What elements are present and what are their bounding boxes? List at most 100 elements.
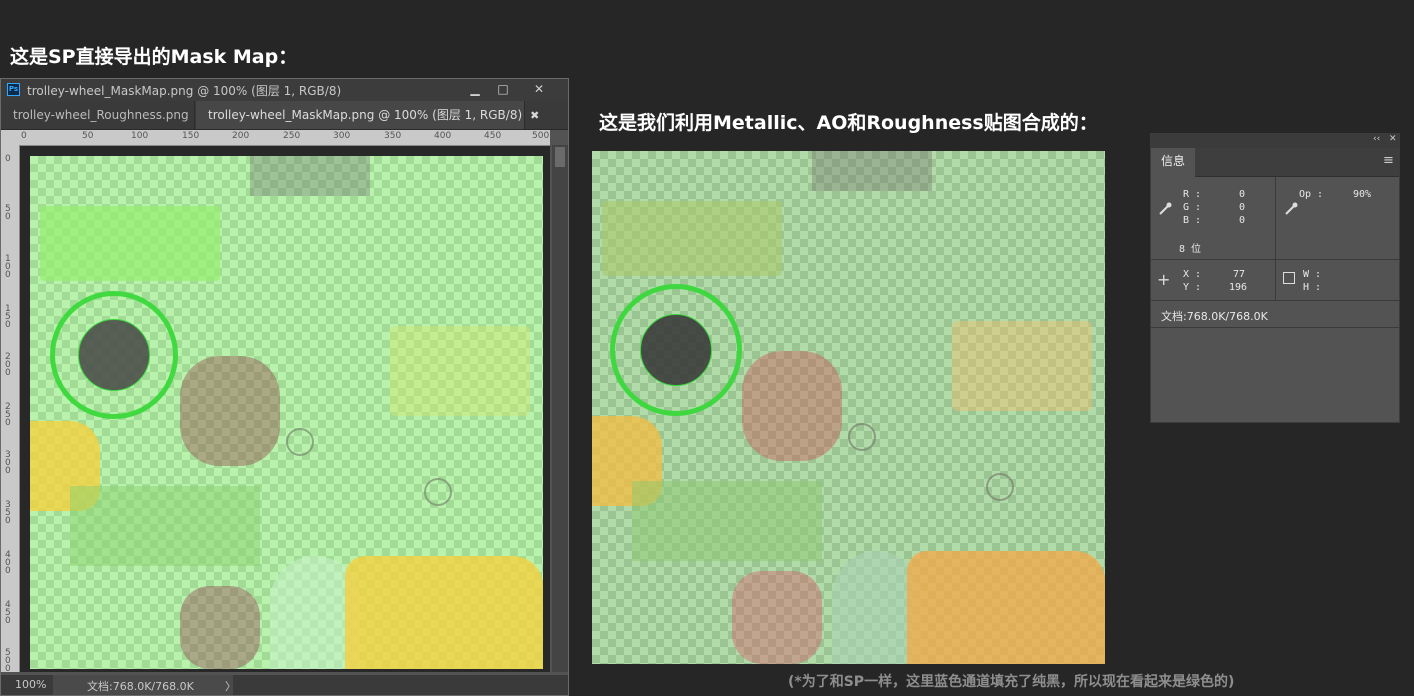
tab-close-icon[interactable]: ✖ — [530, 109, 539, 122]
tab-label: trolley-wheel_Roughness.png — [13, 108, 189, 122]
eyedropper-icon[interactable] — [1157, 201, 1173, 217]
ruler-tick: 450 — [5, 600, 11, 626]
photoshop-document-window: Ps trolley-wheel_MaskMap.png @ 100% (图层 … — [0, 78, 569, 696]
ruler-tick: 500 — [532, 131, 550, 141]
ruler-tick: 200 — [232, 131, 250, 141]
position-section: + X : 77 Y : 196 W : H : — [1151, 260, 1399, 301]
gray-region — [250, 156, 370, 196]
composite-texture — [592, 151, 1105, 664]
doc-section: 文档:768.0K/768.0K — [1151, 301, 1399, 328]
tab-info[interactable]: 信息 — [1151, 148, 1195, 177]
color-section: R : 0 G : 0 B : 0 8 位 Op : 90% — [1151, 177, 1399, 260]
collapse-icon[interactable]: ‹‹ — [1373, 134, 1380, 144]
selection-size-icon — [1283, 272, 1295, 284]
footnote: (*为了和SP一样，这里蓝色通道填充了纯黑，所以现在看起来是绿色的) — [788, 674, 1235, 690]
crosshair-icon: + — [1157, 270, 1171, 289]
x-value: 77 — [1233, 269, 1246, 280]
panel-close-icon[interactable]: ✕ — [1389, 134, 1397, 144]
scroll-thumb[interactable] — [555, 147, 565, 167]
op-value: 90% — [1353, 189, 1372, 200]
gray-region — [812, 151, 932, 191]
status-arrow-icon[interactable]: 〉 — [225, 678, 236, 694]
ruler-tick: 500 — [5, 648, 11, 674]
info-panel: ‹‹ ✕ 信息 ≡ R : 0 G : 0 B : 0 8 位 Op : 90%… — [1150, 133, 1400, 423]
red-region — [742, 351, 842, 461]
zoom-level[interactable]: 100% — [15, 678, 46, 691]
ruler-tick: 100 — [131, 131, 149, 141]
ruler-tick: 250 — [5, 402, 11, 428]
op-label: Op : — [1299, 189, 1324, 200]
document-tabbar: trolley-wheel_Roughness.png✖ trolley-whe… — [1, 101, 568, 130]
ruler-tick: 400 — [434, 131, 452, 141]
b-value: 0 — [1239, 215, 1246, 226]
light-green-region — [602, 201, 782, 276]
red-brown-region-2 — [180, 586, 260, 669]
doc-size: 文档:768.0K/768.0K — [87, 680, 194, 693]
orange-region — [952, 321, 1092, 411]
yellowish-region — [390, 326, 530, 416]
eyedropper-icon[interactable] — [1283, 201, 1299, 217]
dark-hole — [640, 314, 712, 386]
vertical-scrollbar[interactable] — [552, 145, 568, 672]
photoshop-logo-icon: Ps — [7, 83, 20, 96]
b-label: B : — [1183, 215, 1202, 226]
red-brown-region — [180, 356, 280, 466]
ruler-tick: 100 — [5, 254, 11, 280]
x-label: X : — [1183, 269, 1202, 280]
r-value: 0 — [1239, 189, 1246, 200]
small-ring — [986, 473, 1014, 501]
ruler-tick: 250 — [283, 131, 301, 141]
ruler-tick: 150 — [5, 304, 11, 330]
doc-size: 文档:768.0K/768.0K — [1161, 310, 1268, 323]
ruler-tick: 0 — [5, 154, 11, 164]
ruler-tick: 450 — [484, 131, 502, 141]
r-label: R : — [1183, 189, 1202, 200]
minimize-button[interactable]: ▁ — [463, 81, 487, 97]
y-label: Y : — [1183, 282, 1202, 293]
panel-header: ‹‹ ✕ — [1151, 134, 1399, 148]
maskmap-texture[interactable] — [30, 156, 543, 669]
red-region-2 — [732, 571, 822, 664]
horizontal-ruler[interactable]: 0 50 100 150 200 250 300 350 400 450 500 — [19, 130, 550, 146]
left-heading: 这是SP直接导出的Mask Map： — [10, 46, 298, 68]
vertical-ruler[interactable]: 0 50 100 150 200 250 300 350 400 450 500 — [1, 145, 20, 674]
panel-tabrow: 信息 ≡ — [1151, 148, 1399, 177]
tab-roughness[interactable]: trolley-wheel_Roughness.png✖ — [1, 101, 206, 129]
g-value: 0 — [1239, 202, 1246, 213]
ruler-tick: 50 — [5, 204, 11, 222]
green-strip — [632, 481, 822, 561]
bit-depth: 8 位 — [1179, 244, 1202, 255]
ruler-tick: 50 — [82, 131, 94, 141]
ruler-tick: 300 — [5, 450, 11, 476]
ruler-tick: 0 — [21, 131, 27, 141]
small-ring — [424, 478, 452, 506]
close-button[interactable]: ✕ — [527, 81, 551, 97]
tab-label: trolley-wheel_MaskMap.png @ 100% (图层 1, … — [208, 108, 523, 122]
w-label: W : — [1303, 269, 1322, 280]
panel-menu-icon[interactable]: ≡ — [1383, 153, 1394, 168]
ruler-tick: 300 — [333, 131, 351, 141]
ruler-tick: 400 — [5, 550, 11, 576]
h-label: H : — [1303, 282, 1322, 293]
g-label: G : — [1183, 202, 1202, 213]
ruler-tick: 350 — [384, 131, 402, 141]
small-ring — [848, 423, 876, 451]
small-ring — [286, 428, 314, 456]
y-value: 196 — [1229, 282, 1248, 293]
status-bar: 100% 文档:768.0K/768.0K 〉 — [1, 675, 568, 695]
tab-maskmap[interactable]: trolley-wheel_MaskMap.png @ 100% (图层 1, … — [196, 101, 539, 129]
doc-size-box[interactable]: 文档:768.0K/768.0K 〉 — [53, 675, 236, 695]
green-strip — [70, 486, 260, 566]
dark-hole — [78, 319, 150, 391]
orange-region-2 — [907, 551, 1105, 664]
light-green-region — [40, 206, 220, 281]
window-title: trolley-wheel_MaskMap.png @ 100% (图层 1, … — [27, 84, 342, 98]
ruler-corner — [1, 130, 19, 145]
ruler-tick: 350 — [5, 500, 11, 526]
yellow-region-2 — [345, 556, 543, 669]
ruler-tick: 150 — [182, 131, 200, 141]
maximize-button[interactable]: □ — [491, 81, 515, 97]
window-titlebar[interactable]: Ps trolley-wheel_MaskMap.png @ 100% (图层 … — [1, 79, 568, 101]
right-heading: 这是我们利用Metallic、AO和Roughness贴图合成的： — [599, 112, 1098, 134]
ruler-tick: 200 — [5, 352, 11, 378]
